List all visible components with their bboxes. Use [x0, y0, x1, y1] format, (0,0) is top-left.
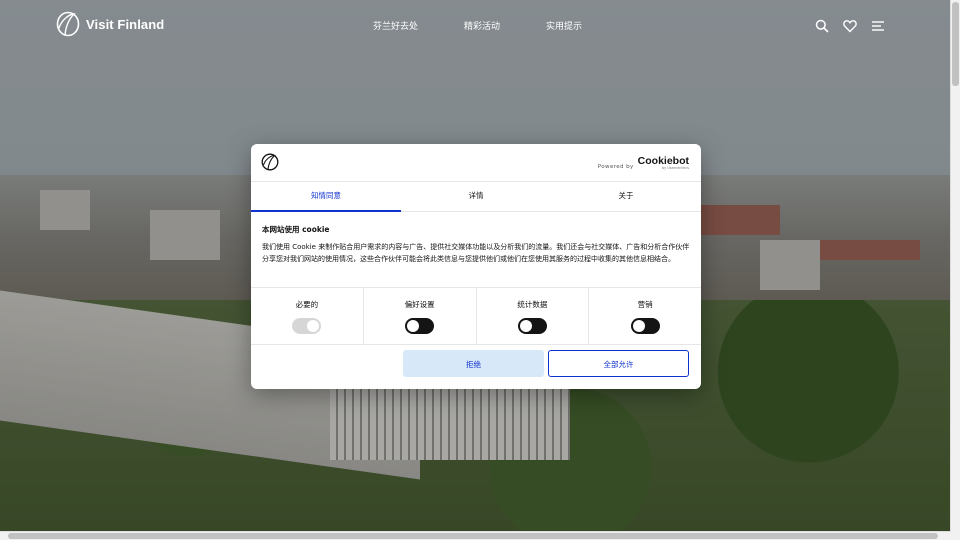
- toggle-label: 偏好设置: [404, 300, 435, 309]
- reject-button[interactable]: 拒绝: [403, 350, 544, 377]
- site-header: Visit Finland 芬兰好去处 精彩活动 实用提示: [0, 0, 951, 52]
- tab-consent[interactable]: 知情同意: [251, 182, 401, 212]
- necessary-switch: [292, 318, 322, 334]
- consent-body: 本网站使用 cookie 我们使用 Cookie 来制作贴合用户需求的内容与广告…: [251, 212, 701, 287]
- scrollbar-thumb[interactable]: [8, 533, 938, 539]
- scrollbar-thumb[interactable]: [952, 2, 959, 86]
- cookiebot-logo: Cookiebot: [637, 155, 689, 167]
- switch-knob: [307, 320, 320, 332]
- logo-mark-icon: [56, 11, 80, 37]
- nav-item-events[interactable]: 精彩活动: [464, 19, 500, 32]
- toggle-preferences: 偏好设置: [364, 288, 477, 344]
- vertical-scrollbar[interactable]: [950, 0, 960, 540]
- heart-icon[interactable]: [843, 18, 857, 33]
- toggle-necessary: 必要的: [251, 288, 364, 344]
- dialog-tabs: 知情同意 详情 关于: [251, 182, 701, 212]
- nav-item-tips[interactable]: 实用提示: [546, 19, 582, 32]
- toggle-label: 统计数据: [517, 300, 548, 309]
- cookie-consent-dialog: Powered by Cookiebot by Usercentrics 知情同…: [251, 144, 701, 389]
- marketing-switch[interactable]: [630, 318, 660, 334]
- consent-text: 我们使用 Cookie 来制作贴合用户需求的内容与广告、提供社交媒体功能以及分析…: [262, 243, 690, 263]
- switch-knob: [632, 320, 645, 332]
- site-logo-icon: [261, 153, 279, 171]
- header-actions: [815, 18, 885, 33]
- toggle-statistics: 统计数据: [477, 288, 590, 344]
- consent-heading: 本网站使用 cookie: [262, 225, 330, 234]
- dialog-header: Powered by Cookiebot by Usercentrics: [251, 144, 701, 182]
- search-icon[interactable]: [815, 18, 829, 33]
- horizontal-scrollbar[interactable]: [0, 531, 951, 540]
- preferences-switch[interactable]: [405, 318, 435, 334]
- brand-name: Visit Finland: [86, 16, 165, 32]
- menu-icon[interactable]: [871, 18, 885, 32]
- statistics-switch[interactable]: [517, 318, 547, 334]
- dialog-actions: 拒绝 全部允许: [403, 350, 689, 377]
- tab-details[interactable]: 详情: [401, 182, 551, 211]
- switch-knob: [519, 320, 532, 332]
- tab-about[interactable]: 关于: [551, 182, 701, 211]
- nav-item-destinations[interactable]: 芬兰好去处: [373, 19, 418, 32]
- accept-all-button[interactable]: 全部允许: [548, 350, 689, 377]
- cookiebot-branding[interactable]: Powered by Cookiebot by Usercentrics: [598, 156, 689, 170]
- powered-by-label: Powered by: [597, 164, 634, 170]
- toggle-marketing: 营销: [589, 288, 701, 344]
- toggle-label: 营销: [637, 300, 653, 309]
- main-nav: 芬兰好去处 精彩活动 实用提示: [373, 19, 582, 32]
- toggle-label: 必要的: [295, 300, 319, 309]
- consent-toggles: 必要的 偏好设置 统计数据 营销: [251, 287, 701, 345]
- switch-knob: [407, 320, 420, 332]
- visit-finland-logo[interactable]: Visit Finland: [56, 11, 164, 37]
